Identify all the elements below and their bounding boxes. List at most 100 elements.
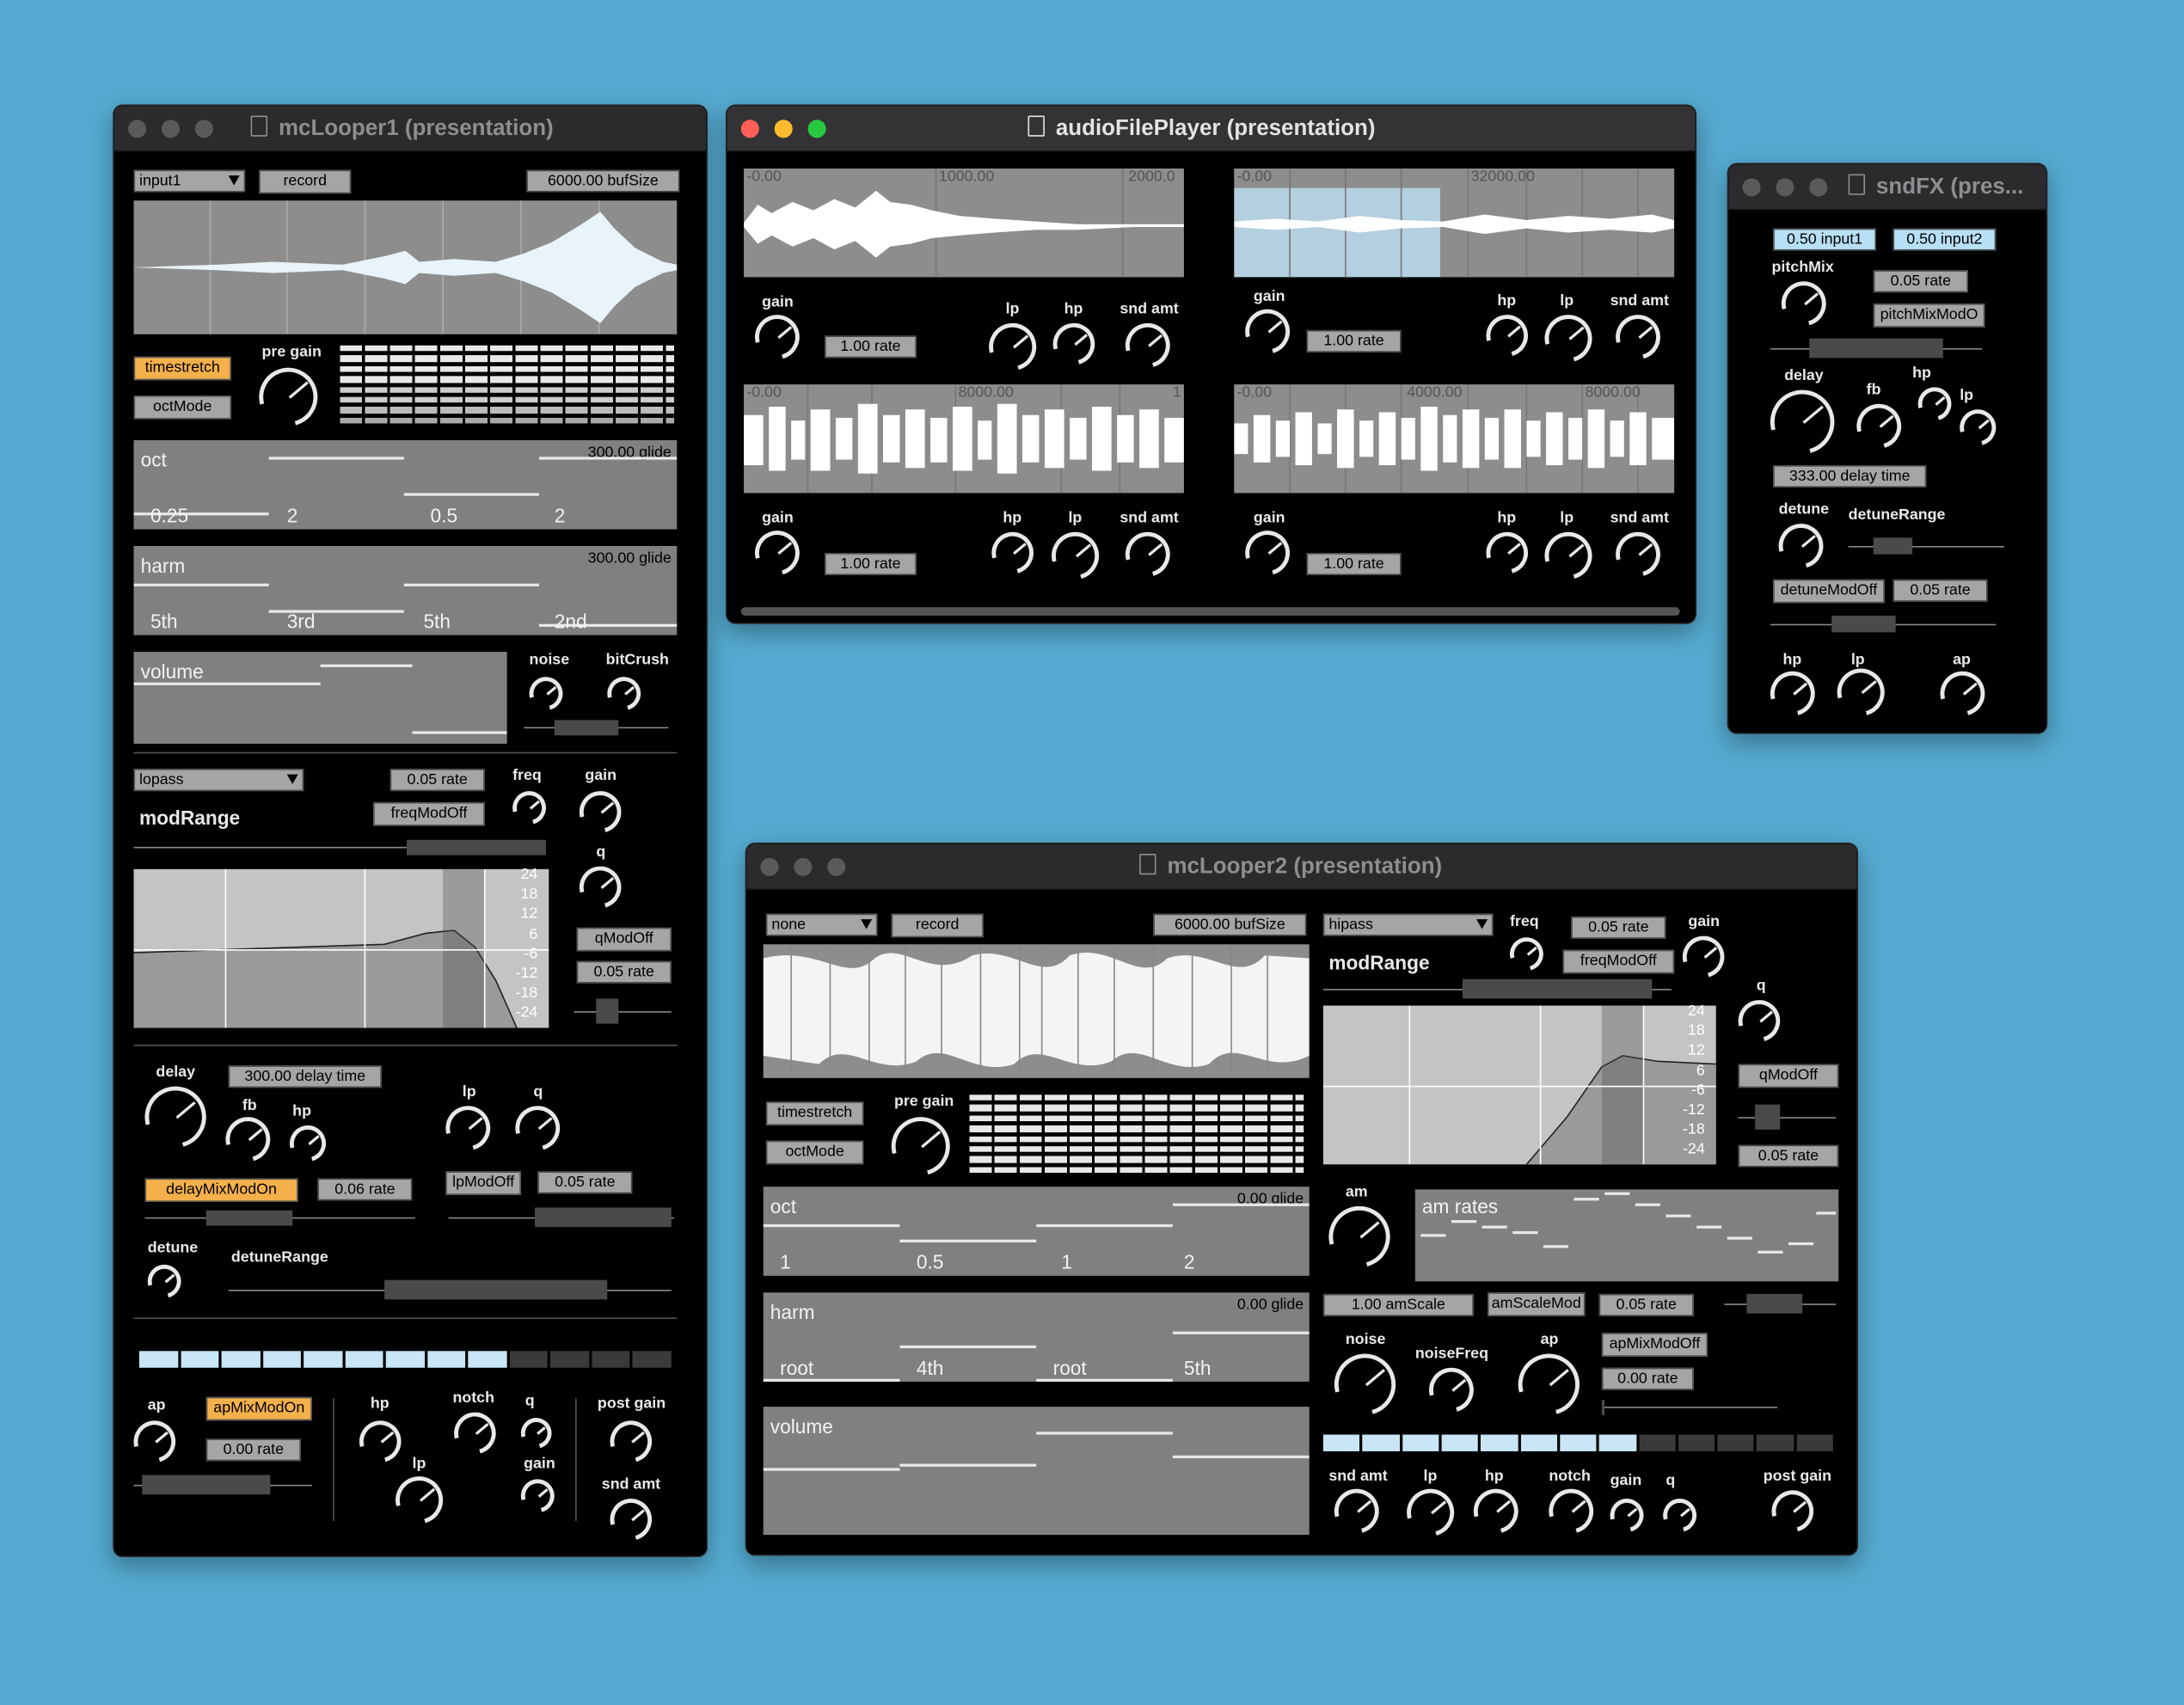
noise-knob[interactable] [523,671,569,717]
close-button[interactable] [128,120,147,138]
player4-sndamt-knob[interactable] [1607,524,1669,586]
zoom-button[interactable] [827,857,846,876]
q-mod-slider[interactable] [1738,1104,1837,1130]
player2-lp-knob[interactable] [1536,306,1601,371]
ap-knob[interactable] [1506,1342,1592,1426]
player2-hp-knob[interactable] [1478,307,1536,365]
player1-lp-knob[interactable] [980,314,1046,379]
detunerange-slider[interactable] [228,1279,672,1300]
delay-knob[interactable] [1758,377,1847,466]
q-mod-slider[interactable] [574,998,672,1024]
octmode-toggle[interactable]: octMode [133,396,231,420]
qmodoff-toggle[interactable]: qModOff [576,927,672,952]
out-gain-knob[interactable] [514,1473,561,1519]
volume-multislider[interactable]: volume [133,652,507,745]
noise-knob[interactable] [1322,1342,1408,1426]
notch-knob[interactable] [446,1404,504,1463]
out-q-knob[interactable] [1657,1492,1703,1539]
ap-mix-slider[interactable] [133,1475,312,1495]
amscale-rate-number[interactable]: 0.05 rate [1598,1293,1694,1316]
hp-knob[interactable] [1911,381,1958,427]
player1-gain-knob[interactable] [746,306,808,368]
am-rates-multislider[interactable]: am rates [1414,1189,1839,1282]
delay-knob[interactable] [133,1075,218,1159]
volume-multislider[interactable]: volume [763,1407,1310,1536]
pitch-rate-number[interactable]: 0.05 rate [1873,270,1968,293]
qmodoff-toggle[interactable]: qModOff [1738,1064,1839,1089]
harm-multislider[interactable]: harm 300.00 glide 5th 3rd 5th 2nd [133,546,678,635]
minimize-button[interactable] [161,120,180,138]
ap-mix-slider[interactable] [1601,1399,1777,1415]
modrange-slider[interactable] [1322,978,1672,999]
q-rate-number[interactable]: 0.05 rate [1738,1144,1839,1168]
delaymix-slider[interactable] [144,1210,415,1226]
buffer-waveform[interactable] [133,200,678,334]
pitchmix-knob[interactable] [1773,273,1835,334]
out-lp-knob[interactable] [1828,659,1893,725]
player1-hp-knob[interactable] [1045,315,1103,373]
delaytime-number[interactable]: 300.00 delay time [228,1065,382,1089]
player3-hp-knob[interactable] [984,524,1041,582]
player3-gain-knob[interactable] [746,522,808,584]
delay-q-knob[interactable] [506,1097,568,1159]
zoom-button[interactable] [194,120,213,138]
input1-number[interactable]: 0.50 input1 [1773,228,1877,251]
close-button[interactable] [760,857,779,876]
freq-knob[interactable] [506,784,553,831]
player-waveform-4[interactable]: -0.00 4000.00 8000.00 [1234,384,1675,494]
hp-knob[interactable] [1465,1481,1527,1542]
filter-type-menu[interactable]: hipass [1322,913,1494,936]
harm-glide[interactable]: 0.00 glide [1237,1297,1304,1313]
title-bar[interactable]: sndFX (pres... [1728,164,2046,211]
sndamt-knob[interactable] [1326,1481,1388,1542]
player4-gain-knob[interactable] [1236,522,1298,584]
noise-range-slider[interactable] [524,720,669,736]
window-mclooper1[interactable]: mcLooper1 (presentation) input1 record 6… [113,104,708,1558]
sndamt-knob[interactable] [602,1491,660,1549]
detunerange-slider[interactable] [1848,537,2005,555]
record-button[interactable]: record [259,169,352,194]
pregain-knob[interactable] [248,357,328,438]
player4-hp-knob[interactable] [1478,524,1536,582]
ap-rate-number[interactable]: 0.00 rate [206,1438,301,1462]
bufsize-number[interactable]: 6000.00 bufSize [1153,913,1307,936]
harm-multislider[interactable]: harm 0.00 glide root 4th root 5th [763,1292,1310,1382]
close-button[interactable] [1742,178,1761,197]
amscale-slider[interactable] [1724,1293,1837,1314]
q-knob[interactable] [1730,992,1788,1050]
player4-rate-number[interactable]: 1.00 rate [1306,553,1402,576]
input-menu[interactable]: input1 [133,169,246,193]
amscalemod-toggle[interactable]: amScaleMod [1488,1292,1586,1316]
filter-rate-number[interactable]: 0.05 rate [390,769,485,792]
filter-type-menu[interactable]: lopass [133,769,304,792]
detune-knob[interactable] [1770,515,1831,577]
title-bar[interactable]: mcLooper2 (presentation) [746,843,1857,891]
title-bar[interactable]: audioFilePlayer (presentation) [727,106,1696,152]
out-lp-knob[interactable] [386,1468,452,1533]
player2-gain-knob[interactable] [1236,301,1298,362]
out-hp-knob[interactable] [352,1413,409,1470]
detune-rate-number[interactable]: 0.05 rate [1893,579,1988,602]
horizontal-scrollbar[interactable] [740,607,1680,616]
oct-multislider[interactable]: oct 300.00 glide 0.25 2 0.5 2 [133,439,678,530]
filter-graph[interactable]: 24 18 12 6 -6 -12 -18 -24 [133,867,549,1028]
ap-rate-number[interactable]: 0.00 rate [1601,1367,1694,1390]
minimize-button[interactable] [774,120,793,138]
postgain-knob[interactable] [1764,1482,1822,1540]
octmode-toggle[interactable]: octMode [765,1140,864,1165]
window-sndfx[interactable]: sndFX (pres... 0.50 input1 0.50 input2 p… [1727,163,2048,734]
bufsize-number[interactable]: 6000.00 bufSize [526,169,680,193]
noisefreq-knob[interactable] [1420,1359,1482,1421]
fb-knob[interactable] [1848,396,1910,457]
freqmodoff-toggle[interactable]: freqModOff [1562,949,1675,974]
q-knob[interactable] [571,858,629,917]
zoom-button[interactable] [1809,178,1828,197]
am-knob[interactable] [1317,1194,1402,1279]
ap-knob[interactable] [126,1413,184,1470]
player2-sndamt-knob[interactable] [1607,306,1669,368]
timestretch-toggle[interactable]: timestretch [765,1101,864,1125]
pregain-knob[interactable] [880,1106,961,1187]
delay-rate-number[interactable]: 0.06 rate [317,1178,413,1201]
out-gain-knob[interactable] [1604,1492,1650,1539]
freqmodoff-toggle[interactable]: freqModOff [373,802,485,826]
